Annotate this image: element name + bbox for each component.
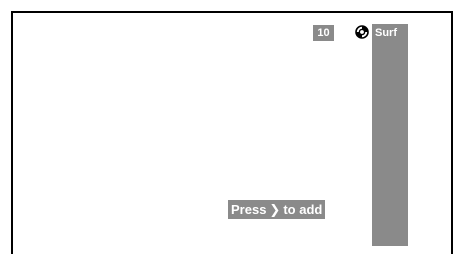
disc-icon [355, 25, 369, 39]
surf-panel[interactable]: Surf [372, 24, 408, 246]
chevron-right-icon: ❯ [269, 202, 281, 217]
hint-text-press: Press [231, 202, 267, 217]
tv-screen: 10 Surf Press ❯ to add [0, 0, 467, 254]
track-number-badge: 10 [313, 25, 334, 41]
surf-label: Surf [375, 27, 397, 39]
press-to-add-hint: Press ❯ to add [228, 200, 326, 219]
hint-text-to-add: to add [283, 202, 323, 217]
